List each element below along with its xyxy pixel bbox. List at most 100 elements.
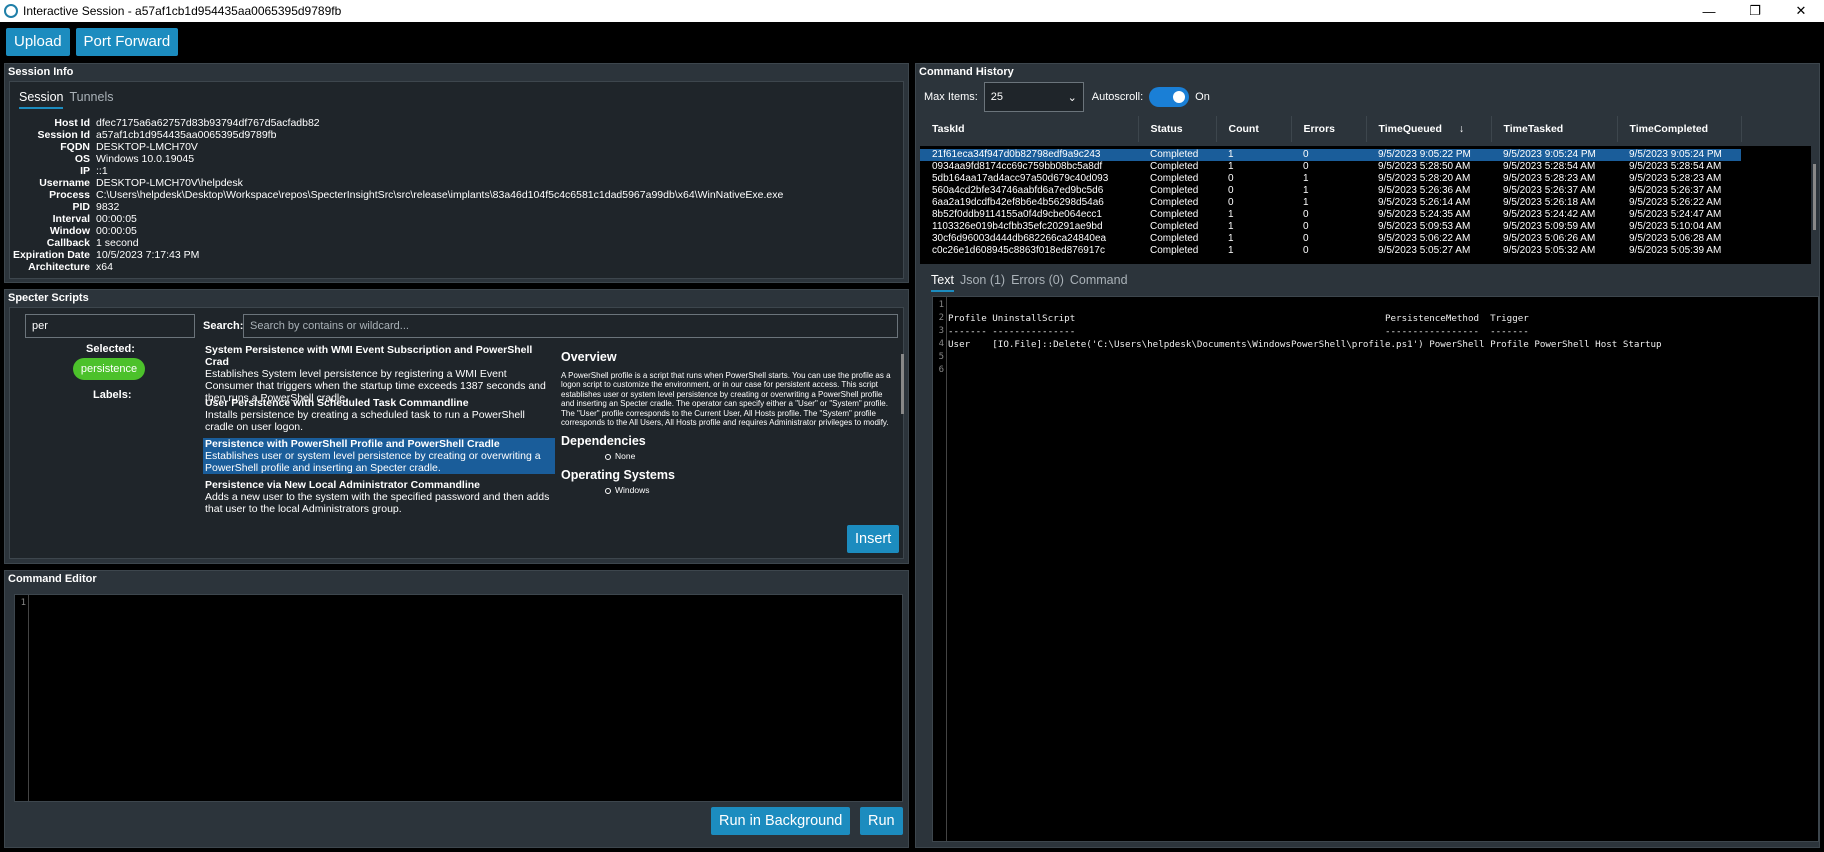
run-in-background-button[interactable]: Run in Background [711,807,851,835]
history-cell: 9/5/2023 5:06:22 AM [1378,233,1471,244]
filter-input[interactable]: per [25,314,195,338]
minimize-icon[interactable]: — [1686,0,1732,22]
history-cell: 9/5/2023 5:28:23 AM [1503,173,1596,184]
script-name: User Persistence with Scheduled Task Com… [205,397,469,409]
line-number: 1 [20,598,26,608]
output-line: User [IO.File]::Delete('C:\Users\helpdes… [948,339,1662,350]
output-tabs: Text Json (1) Errors (0) Command [931,273,1128,292]
insert-button[interactable]: Insert [847,525,900,553]
session-field-row: IP::1 [12,165,783,177]
tab-errors[interactable]: Errors (0) [1011,273,1064,292]
col-timecompleted[interactable]: TimeCompleted [1617,116,1742,142]
history-cell: 560a4cd2bfe34746aabfd6a7ed9bc5d6 [932,185,1104,196]
history-cell: 9/5/2023 5:28:23 AM [1629,173,1722,184]
field-label: Expiration Date [12,249,90,261]
history-cell: 0 [1228,197,1234,208]
autoscroll-toggle[interactable] [1149,87,1190,107]
script-list-item[interactable]: User Persistence with Scheduled Task Com… [203,397,555,433]
history-row[interactable]: 560a4cd2bfe34746aabfd6a7ed9bc5d6 Complete… [920,185,1741,197]
history-cell: 5db164aa17ad4acc97a50d679c40d093 [932,173,1109,184]
script-list-item-selected[interactable]: Persistence with PowerShell Profile and … [203,438,555,474]
history-cell: 9/5/2023 5:05:27 AM [1378,245,1471,256]
history-cell: 1 [1228,221,1234,232]
upload-button[interactable]: Upload [6,28,70,56]
session-field-row: FQDN DESKTOP-LMCH70V [12,141,783,153]
bullet-icon [605,487,611,494]
details-scrollbar[interactable] [901,354,904,414]
history-scrollbar[interactable] [1813,164,1816,230]
search-placeholder: Search by contains or wildcard... [250,320,409,332]
run-button[interactable]: Run [860,807,903,835]
session-info-panel: Session Info Session Tunnels Host Id dfec… [4,63,909,283]
field-value: Windows 10.0.19045 [96,153,195,165]
session-field-row: Architecture x64 [12,261,783,273]
session-tabs: Session Tunnels [19,90,114,109]
bullet-icon [605,453,611,460]
history-cell: 9/5/2023 9:05:22 PM [1366,149,1491,161]
history-cell: 1 [1228,161,1234,172]
history-row[interactable]: 6aa2a19dcdfb42ef8b6e4b56298d54a6 Complete… [920,197,1741,209]
field-value: 00:00:05 [96,213,137,225]
history-cell: 9/5/2023 9:05:24 PM [1617,149,1741,161]
history-cell: 9/5/2023 5:05:32 AM [1503,245,1596,256]
history-row[interactable]: c0c26e1d608945c8863f018ed876917c Complete… [920,245,1741,257]
field-label: Process [49,189,90,201]
history-row[interactable]: 1103326e019b4cfbb35efc20291ae9bd Complete… [920,221,1741,233]
max-items-label: Max Items: [924,91,978,103]
history-cell: 9/5/2023 5:28:54 AM [1503,161,1596,172]
toggle-knob [1173,91,1186,103]
line-number: 5 [938,352,944,362]
history-cell: 1 [1303,185,1309,196]
history-cell: 9/5/2023 5:26:37 AM [1503,185,1596,196]
tab-json[interactable]: Json (1) [960,273,1005,292]
history-row[interactable]: 8b52f0ddb9114155a0f4d9cbe064ecc1 Complete… [920,209,1741,221]
history-cell: Completed [1150,245,1199,256]
history-row[interactable]: 0934aa9fd8174cc69c759bb08bc5a8df Complete… [920,161,1741,173]
search-input[interactable]: Search by contains or wildcard... [243,314,898,338]
command-editor-panel: Command Editor 1 Run in Background Run [4,570,909,848]
history-cell: 0 [1303,161,1309,172]
session-field-row: Host Id dfec7175a6a62757d83b93794df767d5a… [12,117,783,129]
col-timequeued[interactable]: TimeQueued ↓ [1366,116,1492,142]
history-cell: 6aa2a19dcdfb42ef8b6e4b56298d54a6 [932,197,1104,208]
col-timequeued-label: TimeQueued [1378,123,1442,135]
tab-tunnels[interactable]: Tunnels [69,90,113,109]
col-status[interactable]: Status [1138,116,1217,142]
port-forward-button[interactable]: Port Forward [75,28,179,56]
tab-command[interactable]: Command [1070,273,1128,292]
history-cell: 8b52f0ddb9114155a0f4d9cbe064ecc1 [932,209,1102,220]
tab-text[interactable]: Text [931,273,954,292]
command-editor[interactable]: 1 [14,594,903,802]
history-cell: 1 [1228,209,1234,220]
col-count[interactable]: Count [1216,116,1292,142]
close-icon[interactable]: ✕ [1778,0,1824,22]
search-label: Search: [203,320,244,332]
dependencies-title: Dependencies [561,433,646,448]
script-list-item[interactable]: System Persistence with WMI Event Subscr… [203,344,555,404]
field-value: a57af1cb1d954435aa0065395d9789fb [96,129,277,141]
history-cell: 0 [1303,245,1309,256]
line-number: 2 [938,313,944,323]
col-errors[interactable]: Errors [1291,116,1367,142]
field-label: Username [39,177,90,189]
history-cell: 9/5/2023 5:26:18 AM [1503,197,1596,208]
script-list-item[interactable]: Persistence via New Local Administrator … [203,479,555,515]
label-pill-persistence[interactable]: persistence [73,358,145,380]
autoscroll-state: On [1195,91,1210,103]
history-table-body[interactable]: 21f61eca34f947d0b82798edf9a9c243 Complete… [920,146,1811,264]
output-viewer[interactable]: 1 2 3 4 5 6 Profile UninstallScript Persisten… [932,296,1819,842]
field-value: 1 second [96,237,139,249]
max-items-value: 25 [990,91,1004,103]
output-text: Profile UninstallScript PersistenceMetho… [948,299,1662,377]
history-row[interactable]: 5db164aa17ad4acc97a50d679c40d093 Complete… [920,173,1741,185]
history-row[interactable]: 21f61eca34f947d0b82798edf9a9c243 Complete… [920,149,1741,161]
maximize-icon[interactable]: ❐ [1732,0,1778,22]
history-cell: Completed [1150,209,1199,220]
history-cell: 0 [1228,173,1234,184]
col-taskid[interactable]: TaskId [920,116,1139,142]
max-items-select[interactable]: 25 ⌄ [983,82,1084,112]
col-timetasked[interactable]: TimeTasked [1491,116,1618,142]
tab-session[interactable]: Session [19,90,64,109]
history-row[interactable]: 30cf6d96003d444db682266ca24840ea Complete… [920,233,1741,245]
history-cell: 9/5/2023 5:26:37 AM [1629,185,1722,196]
